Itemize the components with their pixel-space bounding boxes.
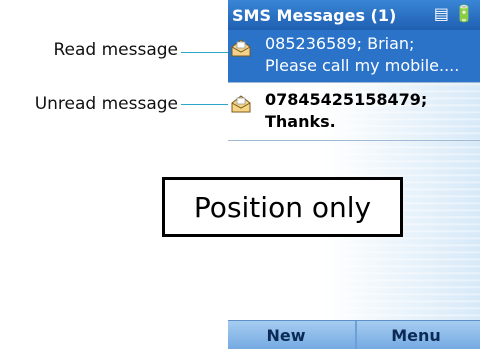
softkey-bar: New Menu bbox=[228, 320, 480, 349]
phone-screen: SMS Messages (1) ▤ 🔋 085236589; Brian; P… bbox=[228, 0, 480, 349]
list-separator bbox=[228, 82, 480, 83]
window-title: SMS Messages (1) bbox=[232, 6, 397, 25]
open-envelope-icon bbox=[230, 38, 252, 58]
message-sender: 085236589; Brian; bbox=[265, 34, 415, 53]
callout-read-label: Read message bbox=[53, 40, 178, 60]
message-preview: Please call my mobile.... bbox=[265, 56, 460, 75]
status-icons: ▤ 🔋 bbox=[434, 4, 474, 23]
message-item-read[interactable]: 085236589; Brian; Please call my mobile.… bbox=[228, 30, 480, 82]
battery-icon: 🔋 bbox=[454, 4, 474, 23]
message-list: 085236589; Brian; Please call my mobile.… bbox=[228, 30, 480, 320]
titlebar: SMS Messages (1) ▤ 🔋 bbox=[228, 0, 480, 30]
message-preview: Thanks. bbox=[265, 112, 336, 131]
message-sender: 07845425158479; bbox=[265, 90, 428, 109]
callout-unread-line bbox=[181, 104, 229, 105]
envelope-icon bbox=[230, 94, 252, 114]
callout-unread-label: Unread message bbox=[34, 94, 178, 114]
menu-softkey-button[interactable]: Menu bbox=[391, 326, 441, 345]
signal-icon: ▤ bbox=[433, 4, 449, 23]
callout-read-line bbox=[181, 52, 229, 53]
new-softkey-button[interactable]: New bbox=[266, 326, 305, 345]
softkey-divider bbox=[355, 321, 357, 349]
position-only-overlay: Position only bbox=[162, 177, 403, 237]
list-separator bbox=[228, 140, 480, 141]
message-item-unread[interactable]: 07845425158479; Thanks. bbox=[228, 86, 480, 138]
